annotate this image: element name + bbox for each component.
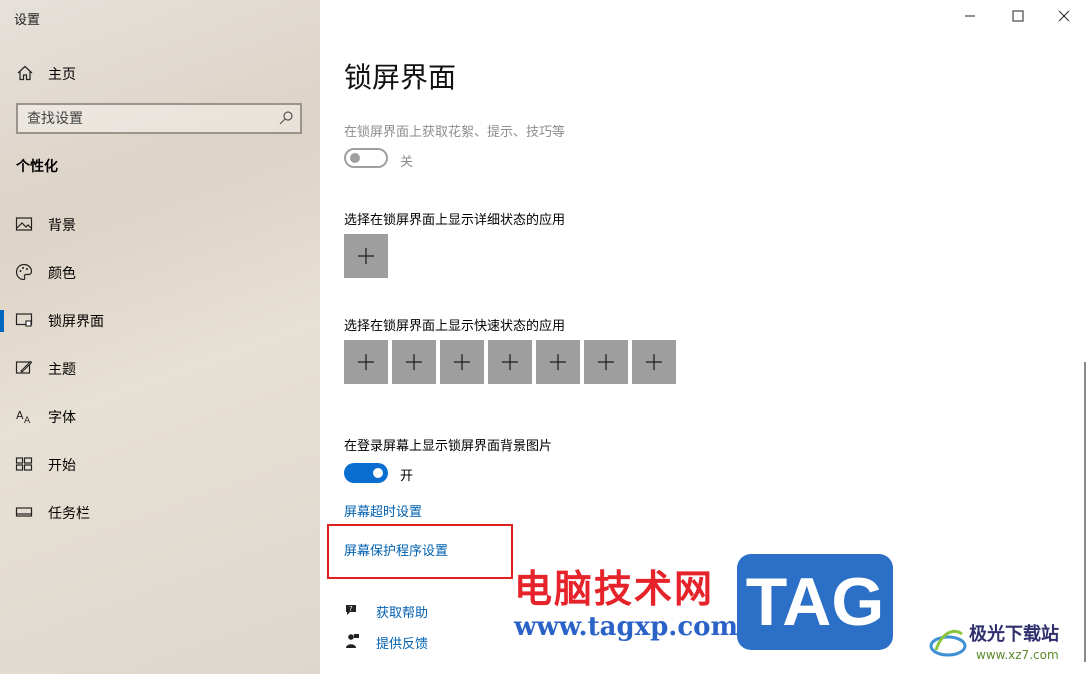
- quick-status-label: 选择在锁屏界面上显示快速状态的应用: [344, 319, 566, 334]
- nav-home-label: 主页: [48, 67, 76, 83]
- svg-text:?: ?: [349, 605, 353, 613]
- aurora-logo-icon: [929, 629, 967, 657]
- add-quick-status-app-button[interactable]: [536, 340, 580, 384]
- sidebar-item-label: 锁屏界面: [48, 314, 104, 330]
- palette-icon: [15, 263, 33, 281]
- plus-icon: [454, 354, 470, 370]
- add-detailed-status-app-button[interactable]: [344, 234, 388, 278]
- add-quick-status-app-button[interactable]: [632, 340, 676, 384]
- get-help-link[interactable]: 获取帮助: [376, 602, 428, 621]
- plus-icon: [358, 354, 374, 370]
- minimize-icon[interactable]: [960, 6, 980, 26]
- watermark-site-name: 电脑技术网: [514, 567, 715, 611]
- search-icon[interactable]: [278, 110, 294, 126]
- sidebar-item-colors[interactable]: 颜色: [0, 252, 320, 292]
- svg-text:A: A: [16, 409, 24, 422]
- add-quick-status-app-button[interactable]: [488, 340, 532, 384]
- fun-facts-label: 在锁屏界面上获取花絮、提示、技巧等: [344, 125, 566, 140]
- plus-icon: [598, 354, 614, 370]
- sidebar-item-label: 任务栏: [48, 506, 90, 522]
- active-indicator: [0, 310, 4, 332]
- sidebar-item-background[interactable]: 背景: [0, 204, 320, 244]
- signin-background-toggle-state: 开: [400, 469, 414, 484]
- app-title: 设置: [14, 13, 41, 28]
- sidebar-item-label: 主题: [48, 362, 76, 378]
- sidebar-item-taskbar[interactable]: 任务栏: [0, 492, 320, 532]
- picture-icon: [15, 217, 33, 231]
- taskbar-icon: [15, 507, 33, 517]
- sidebar-item-fonts[interactable]: A A 字体: [0, 396, 320, 436]
- sidebar-item-themes[interactable]: 主题: [0, 348, 320, 388]
- toggle-knob: [373, 468, 383, 478]
- watermark-tag-logo: TAG: [737, 554, 893, 650]
- scrollbar[interactable]: [1084, 362, 1086, 662]
- give-feedback-link[interactable]: 提供反馈: [376, 633, 428, 652]
- font-icon: A A: [16, 409, 31, 425]
- section-title: 个性化: [16, 159, 58, 175]
- page-title: 锁屏界面: [344, 61, 457, 94]
- theme-icon: [15, 360, 33, 374]
- fun-facts-toggle[interactable]: [344, 148, 388, 168]
- help-chat-icon: ?: [346, 605, 356, 615]
- sidebar-item-lock-screen[interactable]: 锁屏界面: [0, 300, 320, 340]
- plus-icon: [358, 248, 374, 264]
- svg-text:A: A: [24, 416, 31, 425]
- toggle-knob: [350, 153, 360, 163]
- sidebar-item-label: 背景: [48, 218, 76, 234]
- add-quick-status-app-button[interactable]: [392, 340, 436, 384]
- search-box[interactable]: [16, 103, 302, 134]
- plus-icon: [406, 354, 422, 370]
- watermark-logo-name: 极光下载站: [969, 624, 1059, 645]
- sidebar-item-label: 颜色: [48, 266, 76, 282]
- search-input[interactable]: [18, 105, 273, 132]
- fun-facts-toggle-state: 关: [400, 155, 414, 170]
- detailed-status-label: 选择在锁屏界面上显示详细状态的应用: [344, 213, 566, 228]
- start-icon: [15, 457, 33, 471]
- plus-icon: [550, 354, 566, 370]
- sidebar-item-label: 开始: [48, 458, 76, 474]
- close-icon[interactable]: [1054, 6, 1074, 26]
- lock-screen-icon: [15, 313, 33, 327]
- watermark-xz7-logo: 极光下载站 www.xz7.com: [924, 618, 1084, 668]
- home-icon: [17, 65, 33, 81]
- watermark-logo-url: www.xz7.com: [976, 648, 1059, 662]
- plus-icon: [646, 354, 662, 370]
- highlight-box: [327, 524, 513, 579]
- plus-icon: [502, 354, 518, 370]
- add-quick-status-app-button[interactable]: [344, 340, 388, 384]
- sidebar-item-label: 字体: [48, 410, 76, 426]
- nav-home[interactable]: 主页: [0, 58, 320, 88]
- maximize-icon[interactable]: [1008, 6, 1028, 26]
- signin-background-label: 在登录屏幕上显示锁屏界面背景图片: [344, 439, 553, 454]
- add-quick-status-app-button[interactable]: [440, 340, 484, 384]
- screen-timeout-link[interactable]: 屏幕超时设置: [344, 501, 422, 520]
- feedback-icon: [346, 634, 359, 648]
- sidebar-item-start[interactable]: 开始: [0, 444, 320, 484]
- add-quick-status-app-button[interactable]: [584, 340, 628, 384]
- watermark-site-url: www.tagxp.com: [514, 612, 739, 642]
- sidebar: 设置 主页 个性化 背景 颜色 锁屏界面: [0, 0, 320, 674]
- signin-background-toggle[interactable]: [344, 463, 388, 483]
